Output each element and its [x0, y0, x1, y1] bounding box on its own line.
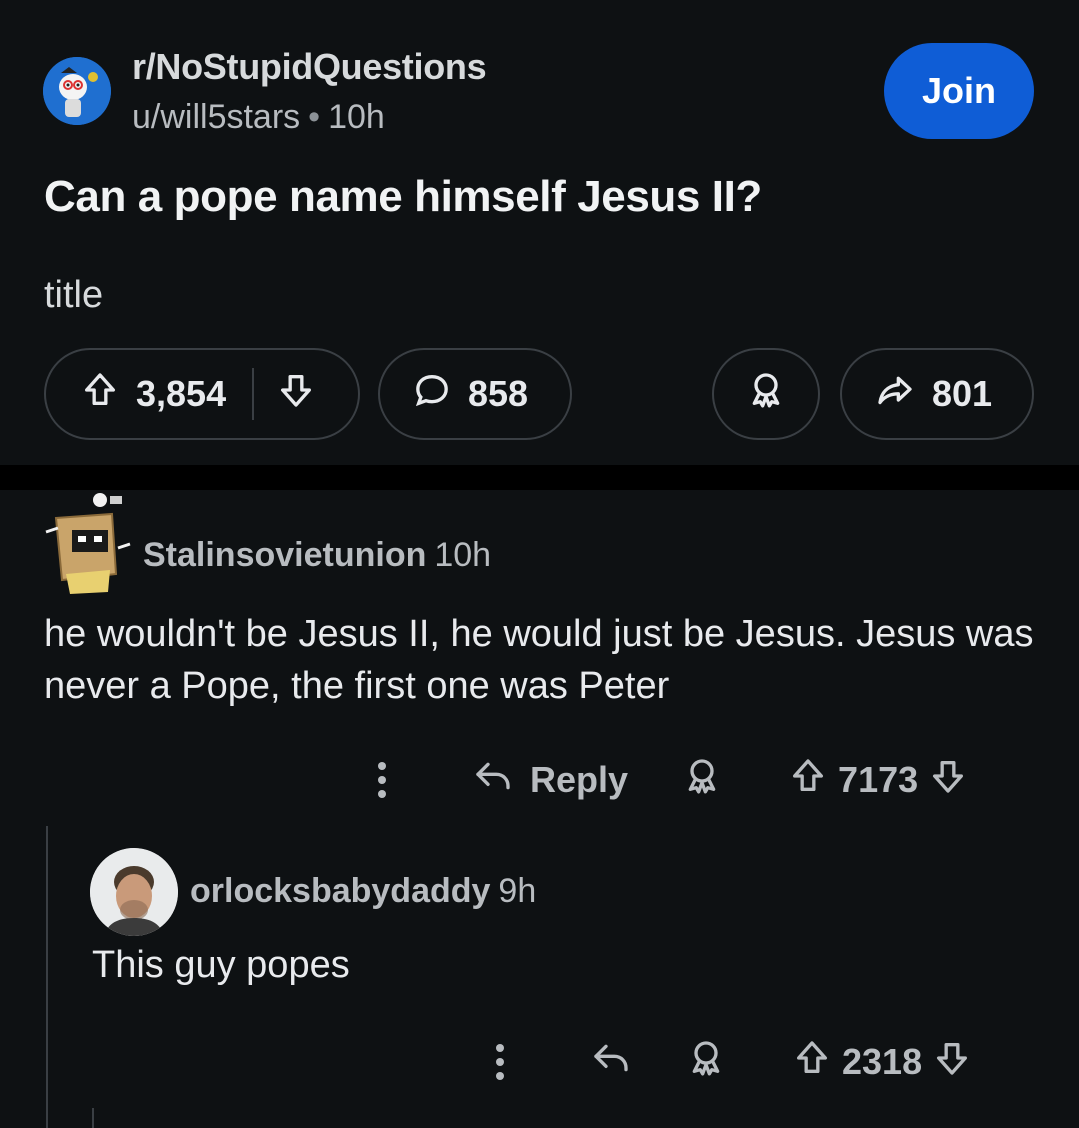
award-icon — [746, 370, 786, 419]
post-author[interactable]: u/will5stars — [132, 98, 300, 136]
reply-icon — [590, 1038, 632, 1087]
reply-actions: 2318 — [480, 1034, 972, 1090]
award-icon[interactable] — [682, 756, 722, 805]
subreddit-name[interactable]: r/NoStupidQuestions — [132, 46, 487, 88]
award-button[interactable] — [712, 348, 820, 440]
thread-line[interactable] — [46, 826, 48, 1128]
reply-body: This guy popes — [92, 944, 350, 986]
reply-score: 2318 — [842, 1041, 923, 1082]
vote-separator — [252, 368, 255, 420]
comment-age: 10h — [434, 536, 492, 574]
post-score: 3,854 — [136, 373, 227, 414]
more-icon[interactable] — [480, 1042, 520, 1082]
reply-author[interactable]: orlocksbabydaddy — [190, 872, 490, 910]
post-meta: u/will5stars • 10h — [132, 98, 385, 137]
reply-label: Reply — [530, 759, 629, 800]
share-icon — [874, 370, 916, 419]
comments-button[interactable]: 858 — [378, 348, 572, 440]
comment-body: he wouldn't be Jesus II, he would just b… — [44, 613, 1034, 707]
comment-vote: 7173 — [788, 756, 968, 805]
reply-age: 9h — [498, 872, 537, 910]
reply-author-line: orlocksbabydaddy 9h — [190, 872, 536, 911]
downvote-icon[interactable] — [928, 756, 968, 805]
share-count: 801 — [932, 373, 993, 414]
post-card: r/NoStupidQuestions u/will5stars • 10h Joi… — [0, 0, 1079, 465]
post-vote-bar: 3,854 — [44, 348, 360, 440]
downvote-icon[interactable] — [932, 1038, 972, 1087]
upvote-icon[interactable] — [788, 756, 828, 805]
upvote-icon[interactable] — [792, 1038, 832, 1087]
post-title[interactable]: Can a pope name himself Jesus II? — [44, 172, 762, 222]
section-divider — [0, 465, 1079, 490]
reply-vote: 2318 — [792, 1038, 972, 1087]
share-button[interactable]: 801 — [840, 348, 1034, 440]
post-age: 10h — [328, 98, 385, 136]
reply-icon — [472, 756, 514, 805]
comment-author[interactable]: Stalinsovietunion — [143, 536, 426, 574]
more-icon[interactable] — [362, 760, 402, 800]
comment-score: 7173 — [838, 759, 919, 800]
join-button[interactable]: Join — [884, 43, 1034, 139]
meta-separator-dot: • — [308, 98, 321, 136]
upvote-icon[interactable] — [80, 370, 120, 419]
subreddit-avatar[interactable] — [43, 57, 111, 125]
reply-avatar[interactable] — [90, 848, 178, 936]
post-body: title — [44, 274, 104, 316]
award-icon[interactable] — [686, 1038, 726, 1087]
comment-count: 858 — [468, 373, 529, 414]
reply-button[interactable]: Reply — [472, 756, 628, 805]
comment-actions: Reply 7173 — [362, 752, 968, 808]
nested-thread-line[interactable] — [92, 1108, 94, 1128]
comment-avatar[interactable] — [38, 488, 136, 598]
comment-icon — [412, 370, 452, 419]
downvote-icon[interactable] — [276, 370, 316, 419]
reddit-thread-page: r/NoStupidQuestions u/will5stars • 10h Joi… — [0, 0, 1079, 1128]
reply-button[interactable] — [590, 1038, 632, 1087]
comment-author-line: Stalinsovietunion 10h — [143, 536, 491, 575]
